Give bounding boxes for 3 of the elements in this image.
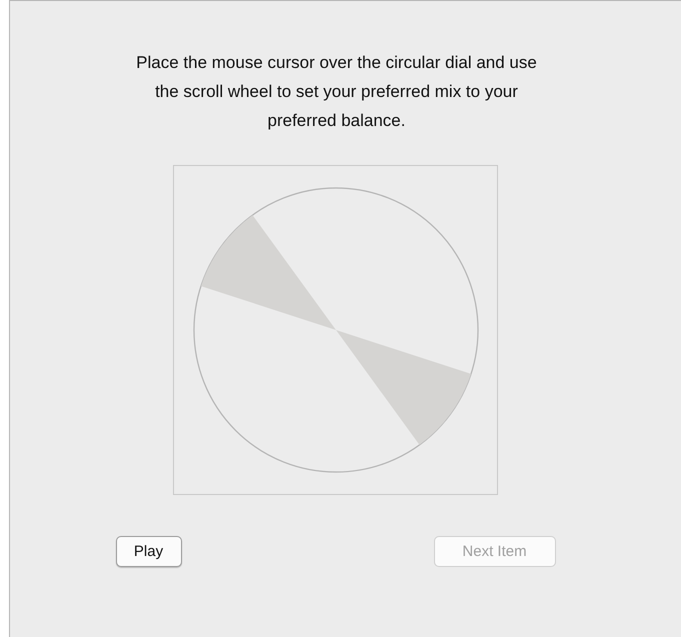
balance-dial[interactable] xyxy=(192,186,480,474)
play-button[interactable]: Play xyxy=(116,536,182,567)
instructions-text: Place the mouse cursor over the circular dial and use the scroll wheel to set your preferred mix to your preferred balance. xyxy=(135,52,538,132)
